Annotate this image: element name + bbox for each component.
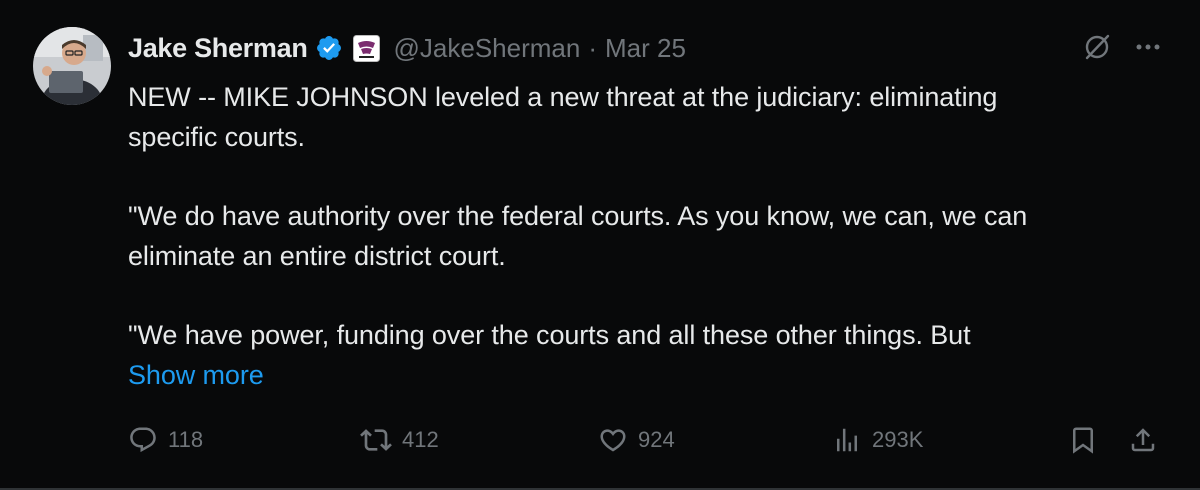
tweet-text: NEW -- MIKE JOHNSON leveled a new threat… <box>128 78 1178 395</box>
reply-icon <box>128 425 158 455</box>
repost-icon <box>360 424 392 456</box>
separator-dot: · <box>588 32 597 63</box>
tweet-card[interactable]: Jake Sherman @JakeSherman · Mar 25 NEW -… <box>0 0 1200 490</box>
more-icon[interactable] <box>1134 33 1162 66</box>
tweet-header: Jake Sherman @JakeSherman · Mar 25 <box>128 30 686 66</box>
repost-button[interactable]: 412 <box>360 420 439 460</box>
author-display-name[interactable]: Jake Sherman <box>128 33 308 64</box>
tweet-text-line: NEW -- MIKE JOHNSON leveled a new threat… <box>128 82 998 112</box>
views-count: 293K <box>872 427 924 452</box>
reply-count: 118 <box>168 427 204 452</box>
share-icon <box>1128 425 1158 455</box>
tweet-text-line: eliminate an entire district court. <box>128 240 506 271</box>
avatar[interactable] <box>33 27 111 105</box>
bookmark-icon <box>1068 425 1098 455</box>
views-button[interactable]: 293K <box>832 420 923 460</box>
affiliate-badge-icon[interactable] <box>352 34 380 62</box>
tweet-date[interactable]: Mar 25 <box>605 33 686 64</box>
tweet-top-actions <box>1082 32 1162 67</box>
reply-button[interactable]: 118 <box>128 420 203 460</box>
views-icon <box>832 425 862 455</box>
bookmark-button[interactable] <box>1068 420 1098 460</box>
tweet-text-line: "We have power, funding over the courts … <box>128 320 971 350</box>
like-count: 924 <box>638 427 675 452</box>
tweet-text-line: specific courts. <box>128 121 305 152</box>
tweet-actions: 118 412 924 293K <box>128 420 1168 460</box>
tweet-text-line: "We do have authority over the federal c… <box>128 201 1028 231</box>
like-icon <box>598 425 628 455</box>
like-button[interactable]: 924 <box>598 420 675 460</box>
verified-badge-icon[interactable] <box>315 34 343 62</box>
share-button[interactable] <box>1128 420 1158 460</box>
author-handle[interactable]: @JakeSherman <box>394 33 581 64</box>
grok-icon[interactable] <box>1082 32 1112 67</box>
show-more-link[interactable]: Show more <box>128 356 1178 396</box>
repost-count: 412 <box>402 427 439 452</box>
